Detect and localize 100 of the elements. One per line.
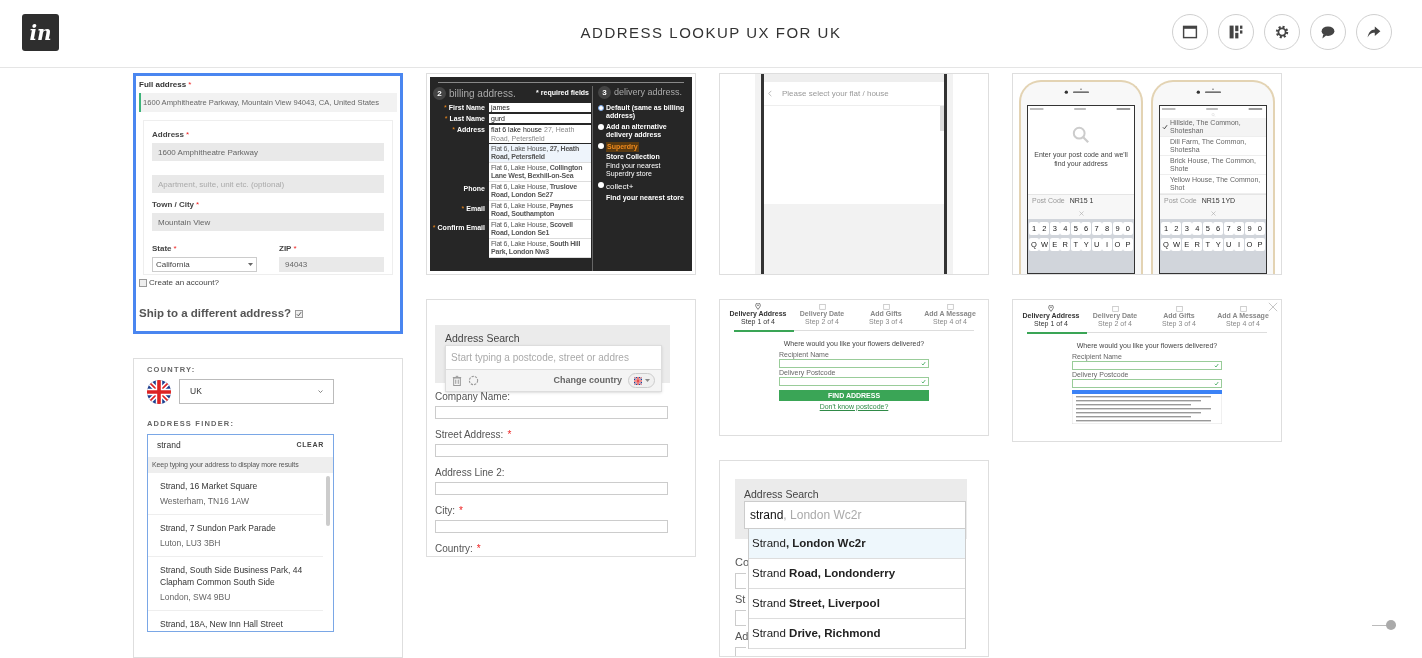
close-icon[interactable] [1268,302,1278,312]
text-field[interactable] [779,376,929,386]
text-field[interactable] [435,520,668,533]
text-field[interactable] [779,358,929,368]
settings-button[interactable] [1264,14,1300,50]
speech-bubble-icon [1320,24,1336,40]
back-chevron-icon[interactable] [768,90,772,97]
step-icon [818,303,826,310]
required-mark: * [459,504,463,518]
panel-title: Address Search [445,331,521,346]
required-mark: * [173,243,177,255]
text-field[interactable] [435,406,668,419]
progress-fill [734,329,794,332]
radio-button[interactable] [598,182,604,188]
required-mark: * [186,129,190,141]
result-line: London, SW4 9BU [160,591,232,603]
field-label: Company Name: [435,390,511,404]
result-line: Strand, 7 Sundon Park Parade [160,522,277,534]
step-number: 2 [433,87,446,100]
result-line: Strand, South Side Business Park, 44 Clapham Common South Side [160,564,304,588]
check-icon [1214,362,1219,368]
locate-icon[interactable] [468,375,479,386]
uk-flag-icon [147,379,171,404]
field-label: Address Line 2: [435,466,505,480]
comments-button[interactable] [1310,14,1346,50]
step-number: 3 [598,86,611,100]
scrollbar[interactable] [940,106,944,131]
uk-flag-icon [633,376,643,385]
slider-thumb[interactable] [1386,620,1396,630]
section-heading: delivery address. [614,86,683,99]
change-country-label: Change country [553,373,622,387]
grid-button[interactable] [1218,14,1254,50]
trash-icon[interactable] [452,375,462,386]
search-field[interactable]: strand [157,439,277,452]
result-line: Strand, 18A, New Inn Hall Street [160,618,284,630]
text-field[interactable] [1072,378,1222,388]
required-mark: * [188,79,192,91]
checkbox-label: Ship to a different address? [139,306,292,321]
text-field[interactable] [435,444,668,457]
result-item[interactable]: Strand, 16 Market Square Westerham, TN16 1AW [148,473,323,515]
checkbox[interactable] [295,309,304,318]
panel-title: Address Search [744,487,820,502]
text-field[interactable] [735,609,746,626]
search-field[interactable]: Start typing a postcode, street or addres [445,345,662,370]
text-field[interactable] [1072,360,1222,370]
check-icon [921,360,926,366]
required-mark: * [476,542,481,556]
text-field[interactable]: 1600 Amphitheatre Parkway [152,143,384,161]
country-select[interactable]: UK [179,379,334,405]
scrollbar[interactable] [326,476,330,526]
suggestion-item[interactable]: Strand, London Wc2r [749,529,965,559]
check-icon [1162,124,1168,130]
result-item[interactable]: Strand, 18A, New Inn Hall Street [148,611,323,631]
chevron-down-icon [318,390,323,394]
field-label: Address [152,129,184,141]
radio-button[interactable] [598,123,604,130]
search-field[interactable]: strand, London Wc2r [744,501,966,529]
app-logo[interactable]: in [22,14,59,51]
step-icon [1175,305,1183,312]
dropdown-arrow-icon [645,379,650,382]
grid-icon [1228,24,1244,40]
required-mark: * [196,199,200,211]
share-button[interactable] [1356,14,1392,50]
radio-button[interactable] [598,104,604,111]
check-icon [921,378,926,384]
result-item[interactable]: Strand, 7 Sundon Park Parade Luton, LU3 3BH [148,515,323,557]
layout-button[interactable] [1172,14,1208,50]
screen-title: Please select your flat / house [782,87,889,100]
board-title: ADDRESS LOOKUP UX FOR UK [580,23,842,44]
dropdown-arrow-icon [248,263,253,266]
field-label: Town / City [152,199,195,211]
checkbox[interactable] [139,279,147,287]
text-field[interactable] [735,572,746,589]
close-icon[interactable] [1078,211,1084,216]
location-pin-icon [1048,305,1054,312]
result-line: Luton, LU3 3BH [160,537,222,549]
field-label: City: [435,504,455,518]
step-icon [946,303,954,310]
text-field[interactable]: 94043 [279,257,384,272]
field-label: Street Address: [435,428,504,442]
checkbox-label: Create an account? [149,277,219,289]
text-field[interactable] [435,482,668,495]
search-icon [1072,126,1090,144]
country-dropdown[interactable] [628,373,655,388]
result-line: Westerham, TN16 1AW [160,495,251,507]
check-icon [296,310,303,317]
close-icon[interactable] [1210,211,1216,216]
field-label: Country: [435,542,473,556]
state-select[interactable]: California [152,257,257,272]
section-heading: billing address. [449,87,516,101]
text-field[interactable]: Mountain View [152,213,384,231]
screenshot-card[interactable]: Address Search Start typing a postcode, street or addres Change country Company Name: Street Address: * Address Line 2: City: * Country: * [426,299,696,557]
autocomplete-text: , London Wc2r [783,507,862,524]
zoom-slider[interactable] [1372,619,1396,631]
step-icon [1111,305,1119,312]
radio-button[interactable] [598,142,604,149]
settings-icon [1274,24,1290,40]
progress-fill [1027,331,1087,334]
field-label: State [152,243,172,255]
result-item[interactable]: Strand, South Side Business Park, 44 Clapham Common South Side London, SW4 9BU [148,557,323,611]
